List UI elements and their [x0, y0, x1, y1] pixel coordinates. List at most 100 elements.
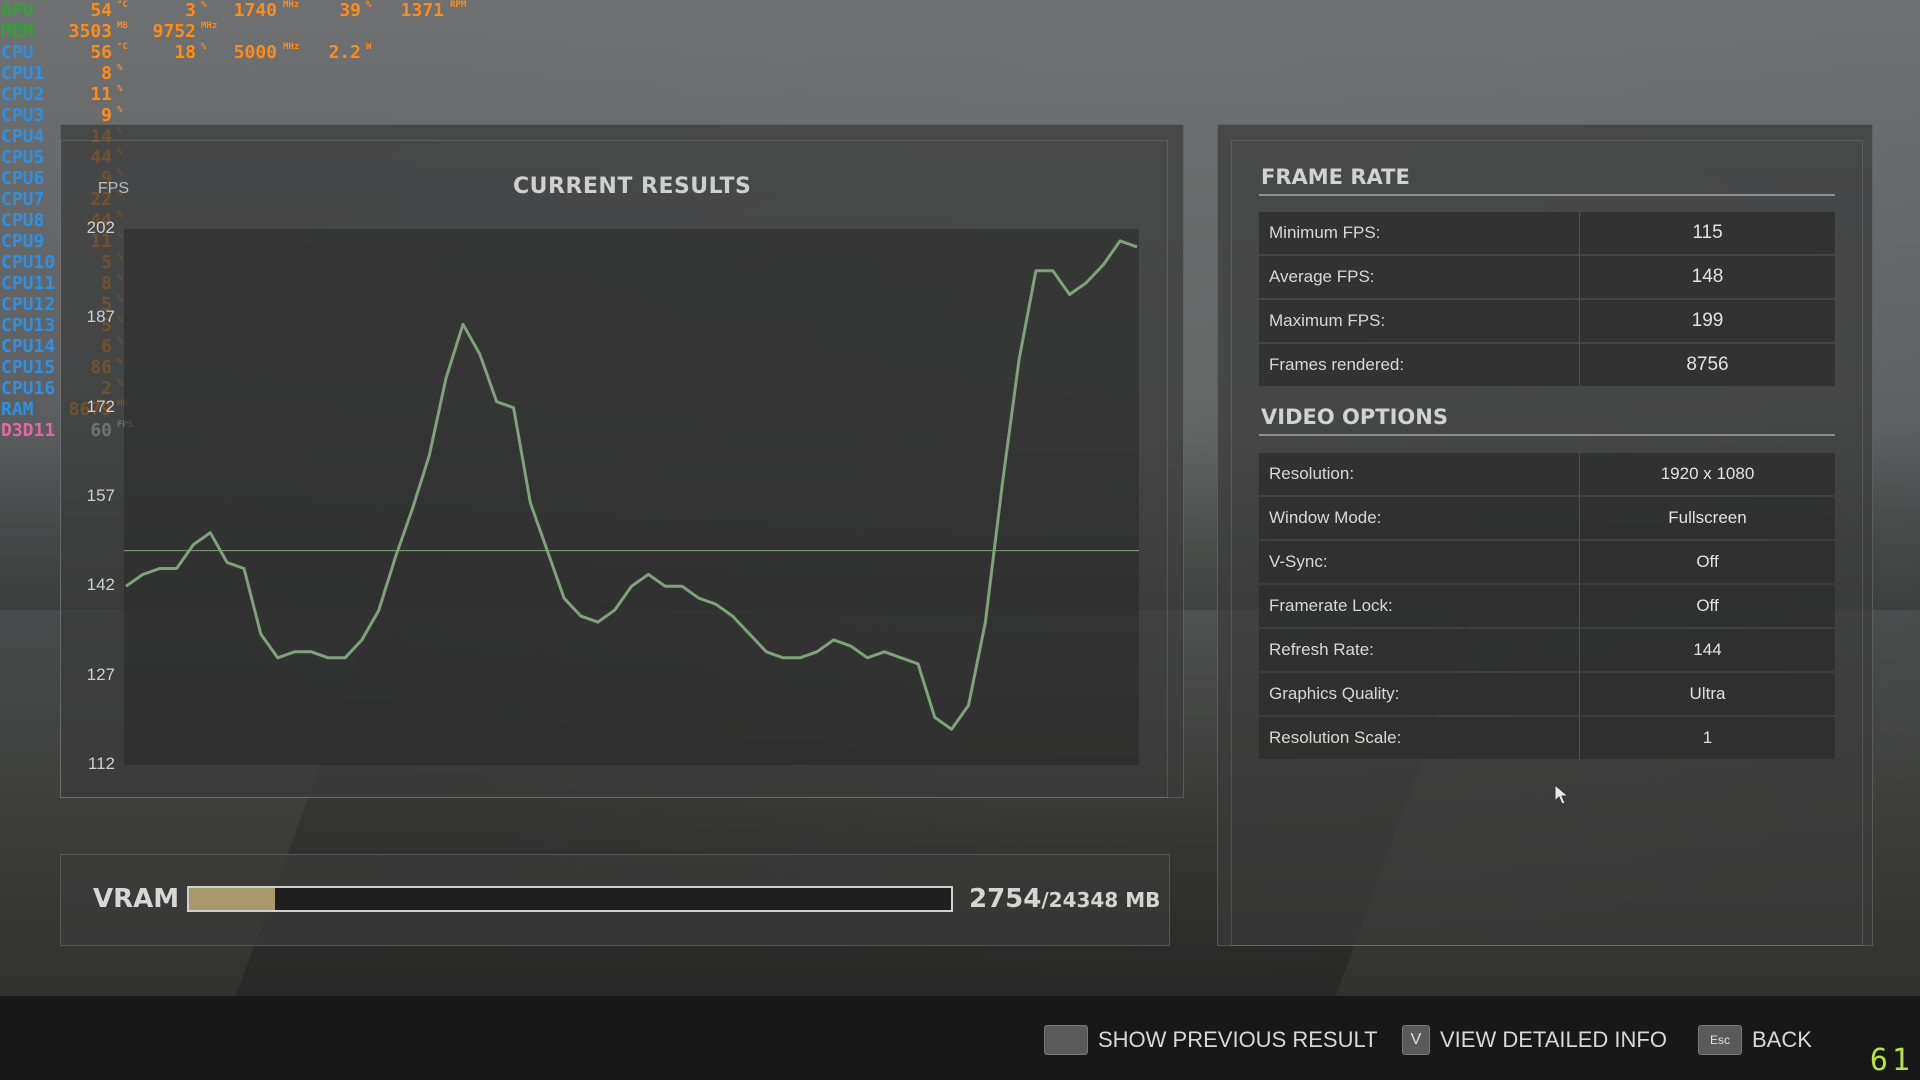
osd-label: CPU6	[1, 168, 45, 189]
osd-label: CPU3	[1, 105, 45, 126]
osd-unit: MHz	[283, 0, 300, 10]
row-key: Window Mode:	[1269, 508, 1382, 527]
vram-label: VRAM	[93, 884, 180, 914]
osd-label: MEM	[1, 21, 34, 42]
osd-label: CPU8	[1, 210, 45, 231]
osd-label: CPU10	[1, 252, 56, 273]
row-value: 1	[1702, 728, 1713, 747]
osd-unit: %	[117, 84, 123, 94]
y-axis-title: FPS	[97, 180, 129, 197]
y-tick-label: 202	[86, 218, 115, 237]
row-value: 1920 x 1080	[1660, 464, 1755, 483]
table-row: Maximum FPS: 199	[1259, 300, 1835, 342]
table-row: Resolution: 1920 x 1080	[1259, 453, 1835, 495]
osd-unit: %	[117, 63, 123, 73]
osd-value: 3503	[68, 21, 112, 42]
osd-row: CPU1 8%	[0, 63, 480, 84]
table-row: Window Mode: Fullscreen	[1259, 497, 1835, 539]
osd-label: CPU15	[1, 357, 56, 378]
osd-value: 8	[101, 63, 112, 84]
osd-value: 18	[174, 42, 196, 63]
y-tick-label: 112	[87, 754, 115, 773]
view-detailed-info-button[interactable]: V VIEW DETAILED INFO	[1402, 1022, 1667, 1058]
osd-unit: %	[201, 0, 207, 10]
vram-used: 2754	[969, 884, 1042, 914]
row-value: 8756	[1686, 354, 1729, 375]
mouse-cursor-icon	[1554, 784, 1570, 805]
osd-row: CPU3 9%	[0, 105, 480, 126]
vram-bar	[187, 886, 953, 912]
osd-label: CPU12	[1, 294, 56, 315]
osd-unit: °C	[117, 42, 128, 52]
row-value: 199	[1691, 310, 1724, 331]
row-key: Minimum FPS:	[1269, 223, 1381, 242]
osd-unit: RPM	[450, 0, 467, 10]
osd-label: CPU	[1, 42, 34, 63]
osd-unit: °C	[117, 0, 128, 10]
osd-value: 9	[101, 105, 112, 126]
osd-label: D3D11	[1, 420, 56, 441]
osd-value: 39	[339, 0, 361, 21]
osd-value: 11	[90, 84, 112, 105]
osd-value: 56	[90, 42, 112, 63]
table-row: Refresh Rate: 144	[1259, 629, 1835, 671]
osd-unit: %	[366, 0, 372, 10]
osd-label: CPU16	[1, 378, 56, 399]
row-key: Resolution Scale:	[1269, 728, 1402, 747]
row-key: Average FPS:	[1269, 267, 1375, 286]
table-row: Average FPS: 148	[1259, 256, 1835, 298]
show-previous-result-button[interactable]: SHOW PREVIOUS RESULT	[1044, 1022, 1378, 1058]
v-key-icon: V	[1402, 1025, 1430, 1055]
table-row: Framerate Lock: Off	[1259, 585, 1835, 627]
osd-row: CPU 56 °C 18% 5000 MHz 2.2 W	[0, 42, 480, 63]
row-value: Off	[1696, 552, 1719, 571]
row-key: Graphics Quality:	[1269, 684, 1400, 703]
osd-label: CPU14	[1, 336, 56, 357]
esc-key-icon: Esc	[1698, 1025, 1742, 1055]
osd-label: CPU11	[1, 273, 56, 294]
corner-fps-counter: 61	[1869, 1043, 1914, 1078]
video-options-table: Resolution: 1920 x 1080 Window Mode: Fullsc…	[1259, 453, 1835, 761]
y-tick-label: 127	[86, 664, 115, 684]
osd-label: CPU1	[1, 63, 45, 84]
back-button[interactable]: Esc BACK	[1698, 1022, 1812, 1058]
vram-readout: 2754/24348 MB	[969, 884, 1160, 914]
osd-row: CPU2 11%	[0, 84, 480, 105]
osd-label: RAM	[1, 399, 34, 420]
y-tick-label: 187	[86, 307, 115, 327]
vram-total: /24348 MB	[1041, 888, 1161, 912]
osd-value: 1740	[233, 0, 277, 21]
osd-unit: MHz	[201, 21, 218, 31]
row-value: 115	[1692, 222, 1723, 243]
row-value: Ultra	[1689, 684, 1726, 703]
osd-label: CPU2	[1, 84, 45, 105]
osd-value: 1371	[400, 0, 444, 21]
row-value: Off	[1696, 596, 1719, 615]
y-tick-label: 172	[86, 396, 115, 416]
fps-chart-area	[124, 229, 1139, 765]
y-tick-label: 157	[86, 486, 115, 505]
row-value: 148	[1691, 266, 1724, 287]
row-key: Framerate Lock:	[1269, 596, 1393, 615]
osd-value: 54	[90, 0, 112, 21]
osd-label: CPU9	[1, 231, 45, 252]
osd-label: GPU	[1, 0, 34, 21]
table-row: Resolution Scale: 1	[1259, 717, 1835, 759]
row-value: Fullscreen	[1668, 508, 1747, 527]
back-label: BACK	[1752, 1027, 1812, 1052]
osd-row: MEM 3503 MB 9752 MHz	[0, 21, 480, 42]
osd-label: CPU4	[1, 126, 45, 147]
osd-unit: MHz	[283, 42, 300, 52]
osd-value: 3	[185, 0, 196, 21]
video-options-rule	[1259, 434, 1835, 436]
osd-value: 9752	[152, 21, 196, 42]
row-key: V-Sync:	[1269, 552, 1328, 571]
osd-value: 5000	[233, 42, 277, 63]
results-title: CURRENT RESULTS	[513, 174, 752, 199]
fps-line-chart	[124, 239, 1139, 731]
row-value: 144	[1693, 640, 1722, 659]
osd-unit: %	[201, 42, 207, 52]
y-tick-label: 142	[86, 575, 115, 595]
row-key: Maximum FPS:	[1269, 311, 1386, 330]
row-key: Frames rendered:	[1269, 355, 1405, 374]
